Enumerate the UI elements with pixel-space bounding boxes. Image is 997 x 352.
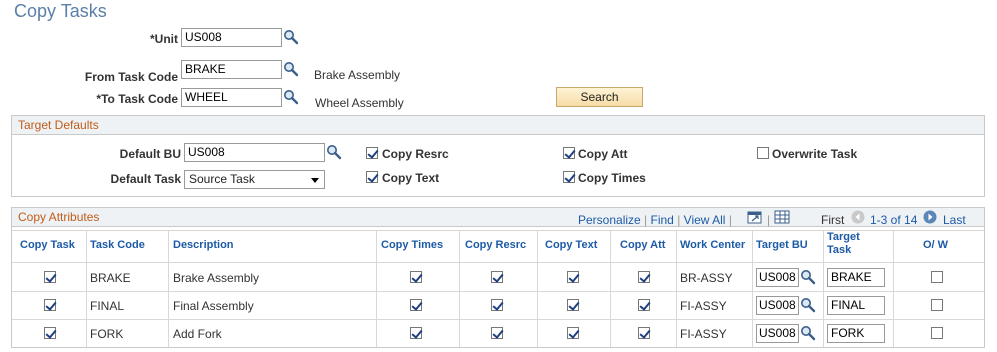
copy-att-checkbox[interactable] bbox=[563, 147, 575, 159]
row-task-code: FORK bbox=[90, 327, 124, 341]
search-button[interactable]: Search bbox=[556, 87, 643, 107]
first-label: First bbox=[821, 213, 845, 227]
row-target-bu-input[interactable]: US008 bbox=[756, 324, 799, 343]
copy-att-label: Copy Att bbox=[578, 147, 628, 161]
row-work-center: FI-ASSY bbox=[680, 327, 727, 341]
find-link[interactable]: Find bbox=[651, 213, 674, 227]
row-ow-checkbox[interactable] bbox=[931, 327, 943, 339]
copy-text-label: Copy Text bbox=[382, 171, 440, 185]
zoom-icon[interactable] bbox=[747, 210, 763, 224]
row-range: 1-3 of 14 bbox=[870, 213, 918, 227]
unit-lookup-icon[interactable] bbox=[283, 29, 299, 45]
row-target-bu-lookup-icon[interactable] bbox=[800, 297, 816, 313]
from-task-label: From Task Code bbox=[84, 70, 178, 84]
row-copy-task-checkbox[interactable] bbox=[44, 271, 56, 283]
default-bu-input[interactable]: US008 bbox=[184, 143, 325, 162]
row-task-code: FINAL bbox=[90, 299, 125, 313]
row-target-bu-lookup-icon[interactable] bbox=[800, 269, 816, 285]
to-task-label: *To Task Code bbox=[96, 92, 178, 106]
row-copy-times-checkbox[interactable] bbox=[410, 271, 422, 283]
row-copy-text-checkbox[interactable] bbox=[567, 271, 579, 283]
copy-resrc-checkbox[interactable] bbox=[366, 147, 378, 159]
row-copy-text-checkbox[interactable] bbox=[567, 299, 579, 311]
row-copy-text-checkbox[interactable] bbox=[567, 327, 579, 339]
grid-toolbar: Personalize | Find | View All | bbox=[578, 213, 732, 227]
row-target-bu-lookup-icon[interactable] bbox=[800, 325, 816, 341]
row-work-center: FI-ASSY bbox=[680, 299, 727, 313]
row-copy-task-checkbox[interactable] bbox=[44, 327, 56, 339]
row-description: Add Fork bbox=[173, 327, 222, 341]
row-work-center: BR-ASSY bbox=[680, 271, 733, 285]
chevron-down-icon bbox=[311, 178, 319, 183]
default-task-value: Source Task bbox=[189, 172, 255, 186]
view-all-link[interactable]: View All bbox=[684, 213, 726, 227]
col-description: Description bbox=[173, 239, 234, 251]
col-work-center: Work Center bbox=[680, 239, 746, 251]
row-copy-times-checkbox[interactable] bbox=[410, 299, 422, 311]
unit-label: *Unit bbox=[150, 32, 178, 46]
from-task-input[interactable]: BRAKE bbox=[181, 60, 282, 79]
col-target-bu: Target BU bbox=[756, 239, 808, 251]
row-description: Final Assembly bbox=[173, 299, 254, 313]
row-copy-att-checkbox[interactable] bbox=[638, 299, 650, 311]
target-defaults-header: Target Defaults bbox=[12, 116, 984, 135]
row-copy-resrc-checkbox[interactable] bbox=[491, 271, 503, 283]
row-target-task-input[interactable]: FINAL bbox=[827, 296, 885, 315]
download-grid-icon[interactable] bbox=[774, 210, 790, 224]
row-copy-resrc-checkbox[interactable] bbox=[491, 299, 503, 311]
unit-input[interactable]: US008 bbox=[181, 28, 282, 47]
copy-times-label: Copy Times bbox=[578, 171, 646, 185]
default-bu-label: Default BU bbox=[119, 147, 181, 161]
to-task-input[interactable]: WHEEL bbox=[181, 88, 282, 107]
overwrite-task-checkbox[interactable] bbox=[757, 147, 769, 159]
row-target-task-input[interactable]: BRAKE bbox=[827, 268, 885, 287]
default-bu-lookup-icon[interactable] bbox=[326, 144, 342, 160]
col-target-task: Target Task bbox=[827, 231, 860, 256]
next-icon[interactable] bbox=[923, 210, 937, 224]
copy-resrc-label: Copy Resrc bbox=[382, 147, 449, 161]
personalize-link[interactable]: Personalize bbox=[578, 213, 641, 227]
copy-times-checkbox[interactable] bbox=[563, 171, 575, 183]
row-copy-resrc-checkbox[interactable] bbox=[491, 327, 503, 339]
copy-text-checkbox[interactable] bbox=[366, 171, 378, 183]
row-copy-att-checkbox[interactable] bbox=[638, 327, 650, 339]
row-ow-checkbox[interactable] bbox=[931, 271, 943, 283]
from-task-description: Brake Assembly bbox=[314, 68, 401, 82]
col-ow: O/ W bbox=[923, 239, 949, 251]
overwrite-task-label: Overwrite Task bbox=[772, 147, 858, 161]
page-title: Copy Tasks bbox=[14, 1, 107, 21]
default-task-select[interactable]: Source Task bbox=[184, 170, 325, 189]
default-task-label: Default Task bbox=[110, 172, 181, 186]
previous-icon[interactable] bbox=[851, 210, 865, 224]
col-copy-times: Copy Times bbox=[381, 239, 444, 251]
from-task-lookup-icon[interactable] bbox=[283, 61, 299, 77]
row-copy-att-checkbox[interactable] bbox=[638, 271, 650, 283]
to-task-lookup-icon[interactable] bbox=[283, 89, 299, 105]
row-target-bu-input[interactable]: US008 bbox=[756, 296, 799, 315]
last-link[interactable]: Last bbox=[943, 213, 966, 227]
col-copy-text: Copy Text bbox=[545, 239, 598, 251]
row-copy-task-checkbox[interactable] bbox=[44, 299, 56, 311]
col-copy-att: Copy Att bbox=[620, 239, 666, 251]
row-task-code: BRAKE bbox=[90, 271, 131, 285]
to-task-description: Wheel Assembly bbox=[315, 96, 404, 110]
row-ow-checkbox[interactable] bbox=[931, 299, 943, 311]
col-copy-resrc: Copy Resrc bbox=[465, 239, 527, 251]
row-target-task-input[interactable]: FORK bbox=[827, 324, 885, 343]
col-copy-task: Copy Task bbox=[20, 239, 75, 251]
row-target-bu-input[interactable]: US008 bbox=[756, 268, 799, 287]
row-description: Brake Assembly bbox=[173, 271, 260, 285]
col-task-code: Task Code bbox=[90, 239, 145, 251]
row-copy-times-checkbox[interactable] bbox=[410, 327, 422, 339]
